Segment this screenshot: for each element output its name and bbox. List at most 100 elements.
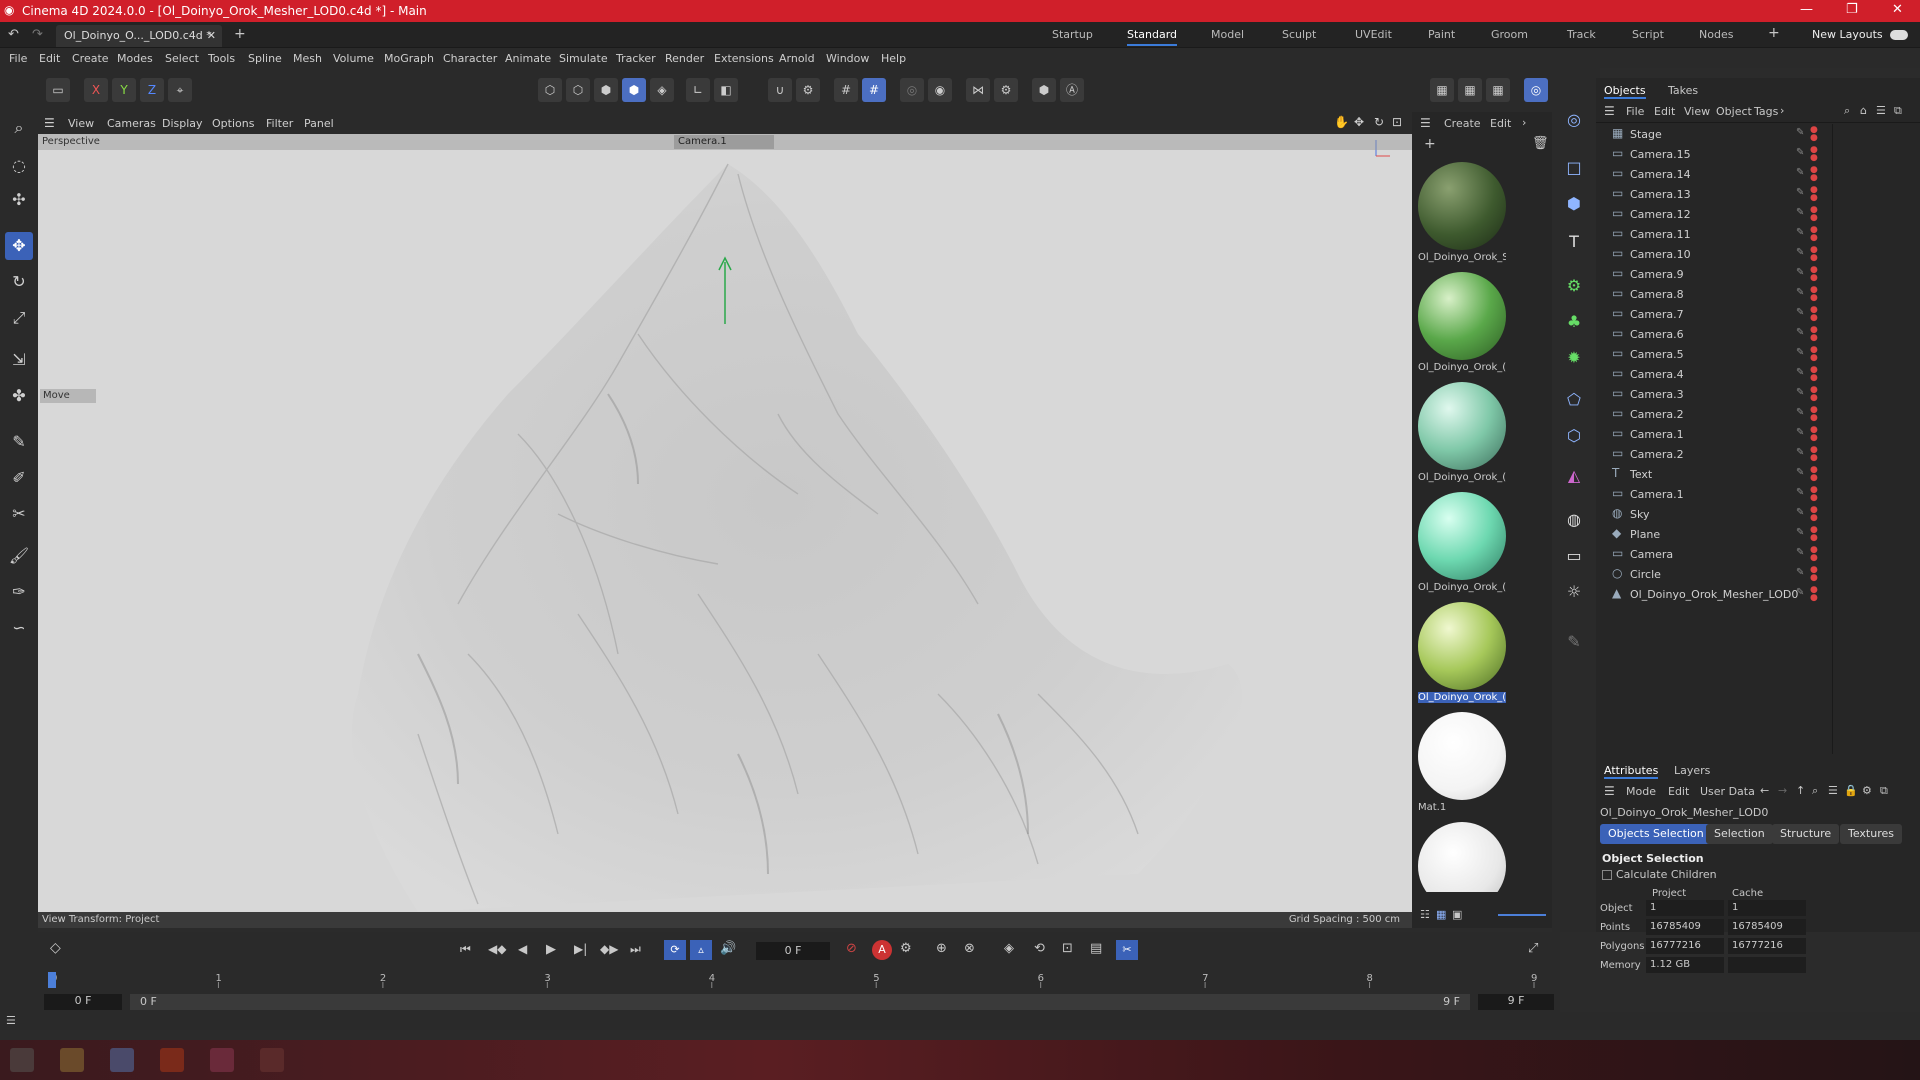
- previous-frame-icon[interactable]: ◀: [518, 942, 527, 956]
- menu-help[interactable]: Help: [881, 52, 906, 65]
- texture-mode-icon[interactable]: ◧: [714, 78, 738, 102]
- visibility-dots-icon[interactable]: ● ●: [1810, 186, 1818, 203]
- grid-view-icon[interactable]: ▦: [1436, 908, 1446, 921]
- vp-menu-cameras[interactable]: Cameras: [107, 117, 156, 130]
- move-view-icon[interactable]: ✥: [1354, 115, 1364, 129]
- loop-icon[interactable]: ⟳: [664, 940, 686, 960]
- subtab-selection[interactable]: Selection: [1706, 824, 1773, 844]
- model-mode-icon[interactable]: ▭: [46, 78, 70, 102]
- brush-icon[interactable]: 🖌: [5, 542, 33, 570]
- obj-menu-edit[interactable]: Edit: [1654, 105, 1675, 118]
- object-row[interactable]: ▭ Camera.15 ✎ ● ●: [1596, 144, 1920, 164]
- status-hamburger-icon[interactable]: ☰: [6, 1014, 16, 1027]
- vp-menu-options[interactable]: Options: [212, 117, 254, 130]
- keyframe-selection-icon[interactable]: ⚙: [900, 941, 912, 956]
- edit-visibility-icon[interactable]: ✎: [1796, 587, 1804, 598]
- visibility-dots-icon[interactable]: ● ●: [1810, 426, 1818, 443]
- object-row[interactable]: ▭ Camera.3 ✎ ● ●: [1596, 384, 1920, 404]
- visibility-dots-icon[interactable]: ● ●: [1810, 206, 1818, 223]
- autokey-icon[interactable]: A: [872, 940, 892, 960]
- document-tab[interactable]: Ol_Doinyo_O..._LOD0.c4d * ✕: [56, 25, 222, 47]
- environment-icon[interactable]: ◍: [1560, 506, 1588, 534]
- up-icon[interactable]: ↑: [1796, 784, 1805, 797]
- scale-tool-icon[interactable]: ⤢: [5, 304, 33, 332]
- render-settings-icon[interactable]: ◉: [928, 78, 952, 102]
- min-frame-field[interactable]: 0 F: [44, 994, 122, 1010]
- key-rotation-icon[interactable]: ⊗: [964, 941, 975, 956]
- visibility-dots-icon[interactable]: ● ●: [1810, 146, 1818, 163]
- spline-pen-icon[interactable]: ✎: [5, 428, 33, 456]
- visibility-dots-icon[interactable]: ● ●: [1810, 266, 1818, 283]
- menu-create[interactable]: Create: [72, 52, 109, 65]
- edit-visibility-icon[interactable]: ✎: [1796, 187, 1804, 198]
- attr-settings-icon[interactable]: ⚙: [1862, 784, 1872, 797]
- obj-home-icon[interactable]: ⌂: [1860, 104, 1867, 117]
- edit-visibility-icon[interactable]: ✎: [1796, 347, 1804, 358]
- menu-edit[interactable]: Edit: [39, 52, 60, 65]
- add-material-icon[interactable]: +: [1424, 136, 1436, 152]
- layout-toggle[interactable]: [1890, 30, 1908, 40]
- back-icon[interactable]: ←: [1760, 784, 1769, 797]
- motion-mode-icon[interactable]: ▵: [690, 940, 712, 960]
- lock-icon[interactable]: 🔒: [1844, 784, 1858, 797]
- add-layout-icon[interactable]: +: [1768, 25, 1780, 41]
- visibility-dots-icon[interactable]: ● ●: [1810, 306, 1818, 323]
- menu-file[interactable]: File: [9, 52, 27, 65]
- new-layouts-label[interactable]: New Layouts: [1812, 28, 1883, 41]
- obj-menu-tags[interactable]: Tags: [1754, 105, 1778, 118]
- active-camera-label[interactable]: Camera.1: [674, 135, 774, 149]
- menu-mograph[interactable]: MoGraph: [384, 52, 434, 65]
- visibility-dots-icon[interactable]: ● ●: [1810, 326, 1818, 343]
- visibility-dots-icon[interactable]: ● ●: [1810, 406, 1818, 423]
- tab-attributes[interactable]: Attributes: [1604, 764, 1659, 779]
- deformer-icon[interactable]: ⬠: [1560, 386, 1588, 414]
- playhead[interactable]: [48, 972, 56, 988]
- calculate-children-checkbox[interactable]: [1602, 870, 1612, 880]
- new-tab-icon[interactable]: +: [234, 26, 246, 42]
- effector-icon[interactable]: ✹: [1560, 344, 1588, 372]
- restore-icon[interactable]: ❐: [1846, 2, 1858, 17]
- attr-menu-edit[interactable]: Edit: [1668, 785, 1689, 798]
- material-item-selected[interactable]: Ol_Doinyo_Orok_(: [1418, 602, 1506, 703]
- taskbar-app-icon[interactable]: [260, 1048, 284, 1072]
- magnet-icon[interactable]: ∽: [5, 614, 33, 642]
- object-row[interactable]: ▭ Camera.1 ✎ ● ●: [1596, 484, 1920, 504]
- objects-hamburger-icon[interactable]: ☰: [1604, 104, 1615, 118]
- attr-hamburger-icon[interactable]: ☰: [1604, 784, 1615, 798]
- workplane-icon[interactable]: #: [862, 78, 886, 102]
- object-row[interactable]: ▭ Camera.2 ✎ ● ●: [1596, 404, 1920, 424]
- move-tool-icon[interactable]: ✥: [5, 232, 33, 260]
- list-view-icon[interactable]: ☷: [1420, 908, 1430, 921]
- previous-key-icon[interactable]: ◀◆: [488, 942, 506, 956]
- sound-icon[interactable]: 🔊: [720, 941, 736, 956]
- obj-new-window-icon[interactable]: ⧉: [1894, 104, 1902, 118]
- visibility-dots-icon[interactable]: ● ●: [1810, 546, 1818, 563]
- null-object-icon[interactable]: □: [1560, 154, 1588, 182]
- large-view-icon[interactable]: ▣: [1452, 908, 1462, 921]
- menu-simulate[interactable]: Simulate: [559, 52, 608, 65]
- layout-track[interactable]: Track: [1567, 28, 1596, 41]
- layout-nodes[interactable]: Nodes: [1699, 28, 1733, 41]
- menu-render[interactable]: Render: [665, 52, 704, 65]
- max-frame-field[interactable]: 9 F: [1478, 994, 1554, 1010]
- obj-menu-view[interactable]: View: [1684, 105, 1710, 118]
- arnold-icon[interactable]: Ⓐ: [1060, 78, 1084, 102]
- visibility-dots-icon[interactable]: ● ●: [1810, 166, 1818, 183]
- edit-visibility-icon[interactable]: ✎: [1796, 407, 1804, 418]
- subtab-objects-selection[interactable]: Objects Selection: [1600, 824, 1712, 844]
- edit-visibility-icon[interactable]: ✎: [1796, 487, 1804, 498]
- object-row[interactable]: ▭ Camera.5 ✎ ● ●: [1596, 344, 1920, 364]
- object-row[interactable]: ▲ Ol_Doinyo_Orok_Mesher_LOD0 ✎ ● ●: [1596, 584, 1920, 604]
- menu-arnold[interactable]: Arnold: [779, 52, 815, 65]
- menu-select[interactable]: Select: [165, 52, 199, 65]
- key-pla-icon[interactable]: ⊡: [1062, 941, 1073, 956]
- tab-takes[interactable]: Takes: [1668, 84, 1698, 97]
- attr-menu-userdata[interactable]: User Data: [1700, 785, 1755, 798]
- preview-size-slider[interactable]: [1498, 914, 1546, 916]
- layout-startup[interactable]: Startup: [1052, 28, 1093, 41]
- viewport-hamburger-icon[interactable]: ☰: [44, 116, 55, 130]
- edit-visibility-icon[interactable]: ✎: [1796, 247, 1804, 258]
- render-view-icon[interactable]: ▦: [1430, 78, 1454, 102]
- frame-range-slider[interactable]: 0 F 9 F: [130, 994, 1470, 1010]
- edit-visibility-icon[interactable]: ✎: [1796, 527, 1804, 538]
